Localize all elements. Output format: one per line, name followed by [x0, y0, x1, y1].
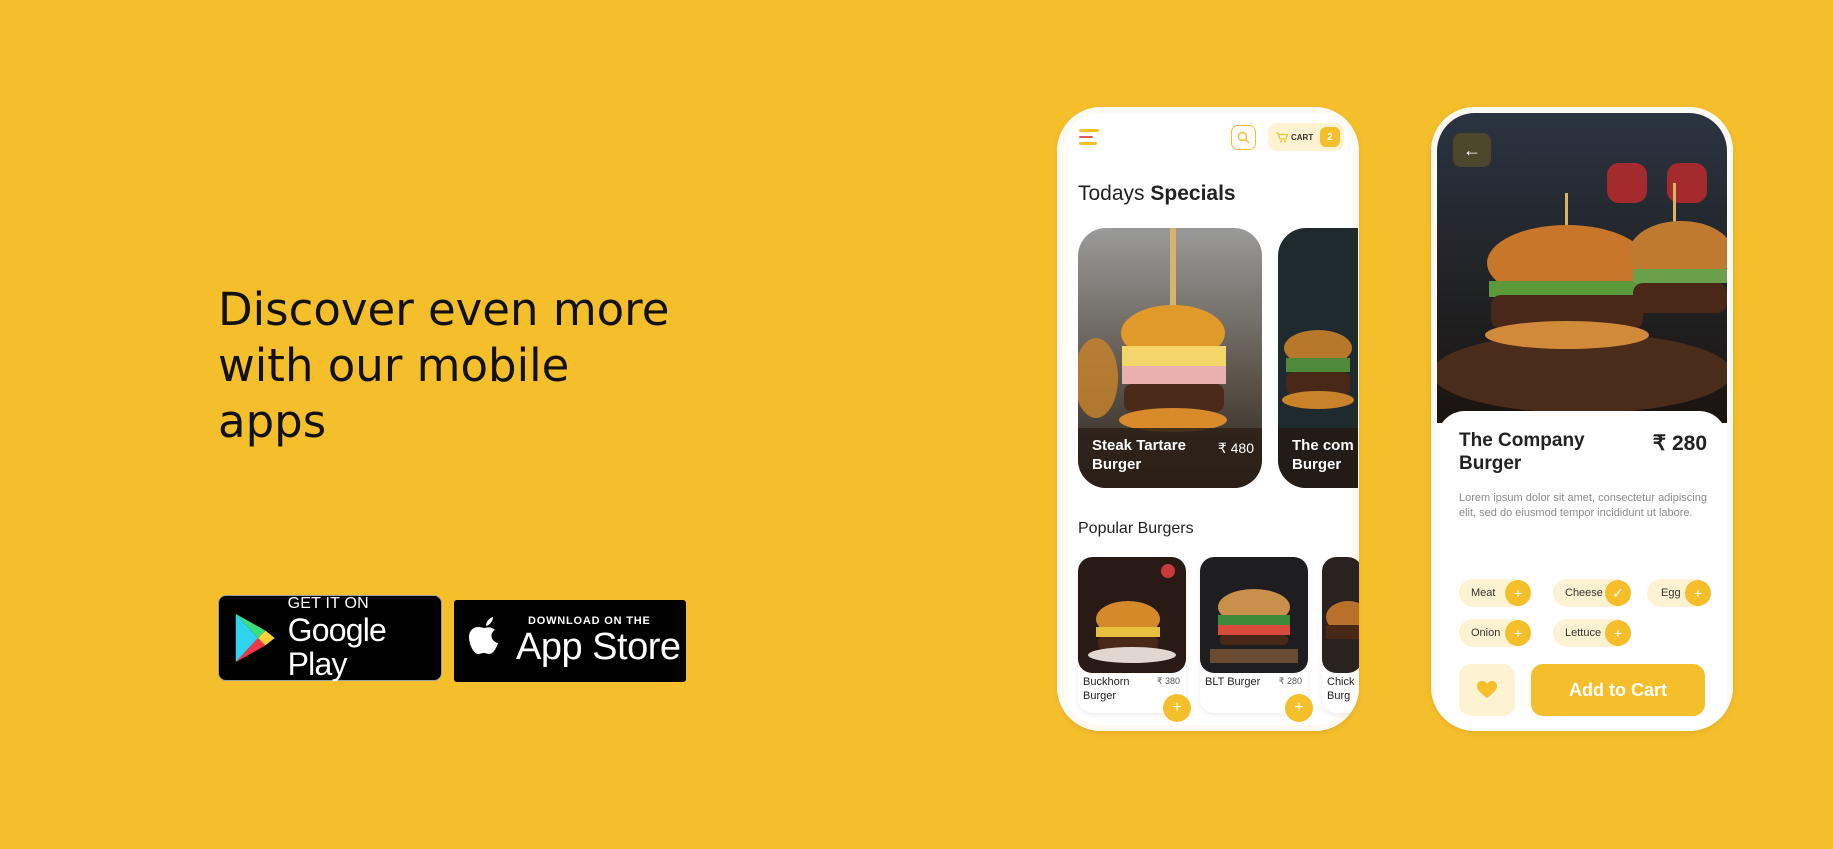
special-card[interactable]: Steak Tartare Burger ₹ 480 — [1078, 228, 1262, 488]
topping-chip-cheese[interactable]: Cheese ✓ — [1553, 579, 1631, 607]
topping-chip-lettuce[interactable]: Lettuce + — [1553, 619, 1631, 647]
plus-icon: + — [1685, 580, 1711, 606]
popular-card[interactable]: BLT Burger ₹ 280 — [1200, 557, 1308, 713]
product-price: ₹ 280 — [1652, 432, 1707, 455]
check-icon: ✓ — [1605, 580, 1631, 606]
add-button[interactable]: + — [1163, 694, 1191, 722]
heart-icon — [1477, 681, 1497, 698]
popular-card[interactable]: Buckhorn Burger ₹ 380 — [1078, 557, 1186, 713]
popular-card[interactable]: Chick Burg — [1322, 557, 1359, 713]
search-button[interactable] — [1231, 125, 1256, 150]
search-icon — [1237, 131, 1250, 144]
phone-detail-screen: ← The Company Burger ₹ 280 Lorem ipsum d… — [1431, 107, 1733, 731]
app-store-big-text: App Store — [516, 626, 681, 668]
burger-image — [1078, 557, 1186, 673]
apple-icon — [469, 617, 498, 654]
product-detail-panel: The Company Burger ₹ 280 Lorem ipsum dol… — [1437, 411, 1727, 731]
product-hero-image: ← — [1437, 113, 1727, 423]
plus-icon: + — [1505, 580, 1531, 606]
popular-card-price: ₹ 280 — [1278, 676, 1302, 686]
topping-chip-onion[interactable]: Onion + — [1459, 619, 1531, 647]
product-name: The Company Burger — [1459, 430, 1585, 474]
popular-card-name: Buckhorn Burger — [1083, 676, 1130, 702]
app-store-badge[interactable]: DOWNLOAD ON THE App Store — [454, 600, 686, 682]
popular-card-price: ₹ 380 — [1156, 676, 1180, 686]
google-play-badge[interactable]: GET IT ON Google Play — [218, 595, 442, 681]
menu-icon[interactable] — [1079, 129, 1099, 147]
phone-home-screen: CART 2 Todays Specials Steak Tartare Bur… — [1057, 107, 1359, 731]
back-arrow-icon: ← — [1463, 139, 1481, 160]
cart-label: CART — [1291, 132, 1314, 142]
topping-chip-egg[interactable]: Egg + — [1647, 579, 1711, 607]
burger-image — [1322, 557, 1359, 673]
special-card[interactable]: The com Burger — [1278, 228, 1358, 488]
favorite-button[interactable] — [1459, 664, 1515, 716]
special-card-name: Steak Tartare Burger — [1092, 437, 1186, 473]
popular-card-name: Chick Burg — [1327, 676, 1355, 702]
cart-count-badge: 2 — [1320, 127, 1340, 147]
plus-icon: + — [1294, 699, 1304, 716]
topping-chip-meat[interactable]: Meat + — [1459, 579, 1531, 607]
google-play-big-text: Google Play — [287, 612, 387, 682]
hero-title: Discover even more with our mobile apps — [218, 283, 670, 448]
cart-button[interactable]: CART 2 — [1268, 123, 1344, 151]
popular-title: Popular Burgers — [1078, 520, 1194, 537]
cart-icon — [1276, 131, 1288, 142]
popular-card-name: BLT Burger — [1205, 676, 1261, 688]
plus-icon: + — [1605, 620, 1631, 646]
plus-icon: + — [1505, 620, 1531, 646]
add-to-cart-button[interactable]: Add to Cart — [1531, 664, 1705, 716]
google-play-small-text: GET IT ON — [287, 595, 369, 612]
burger-image — [1200, 557, 1308, 673]
plus-icon: + — [1172, 699, 1182, 716]
special-card-price: ₹ 480 — [1217, 440, 1254, 456]
special-card-name: The com Burger — [1292, 437, 1354, 473]
specials-title: Todays Specials — [1078, 182, 1236, 205]
back-button[interactable]: ← — [1453, 133, 1491, 167]
add-button[interactable]: + — [1285, 694, 1313, 722]
product-description: Lorem ipsum dolor sit amet, consectetur … — [1459, 492, 1707, 519]
google-play-icon — [235, 613, 275, 663]
